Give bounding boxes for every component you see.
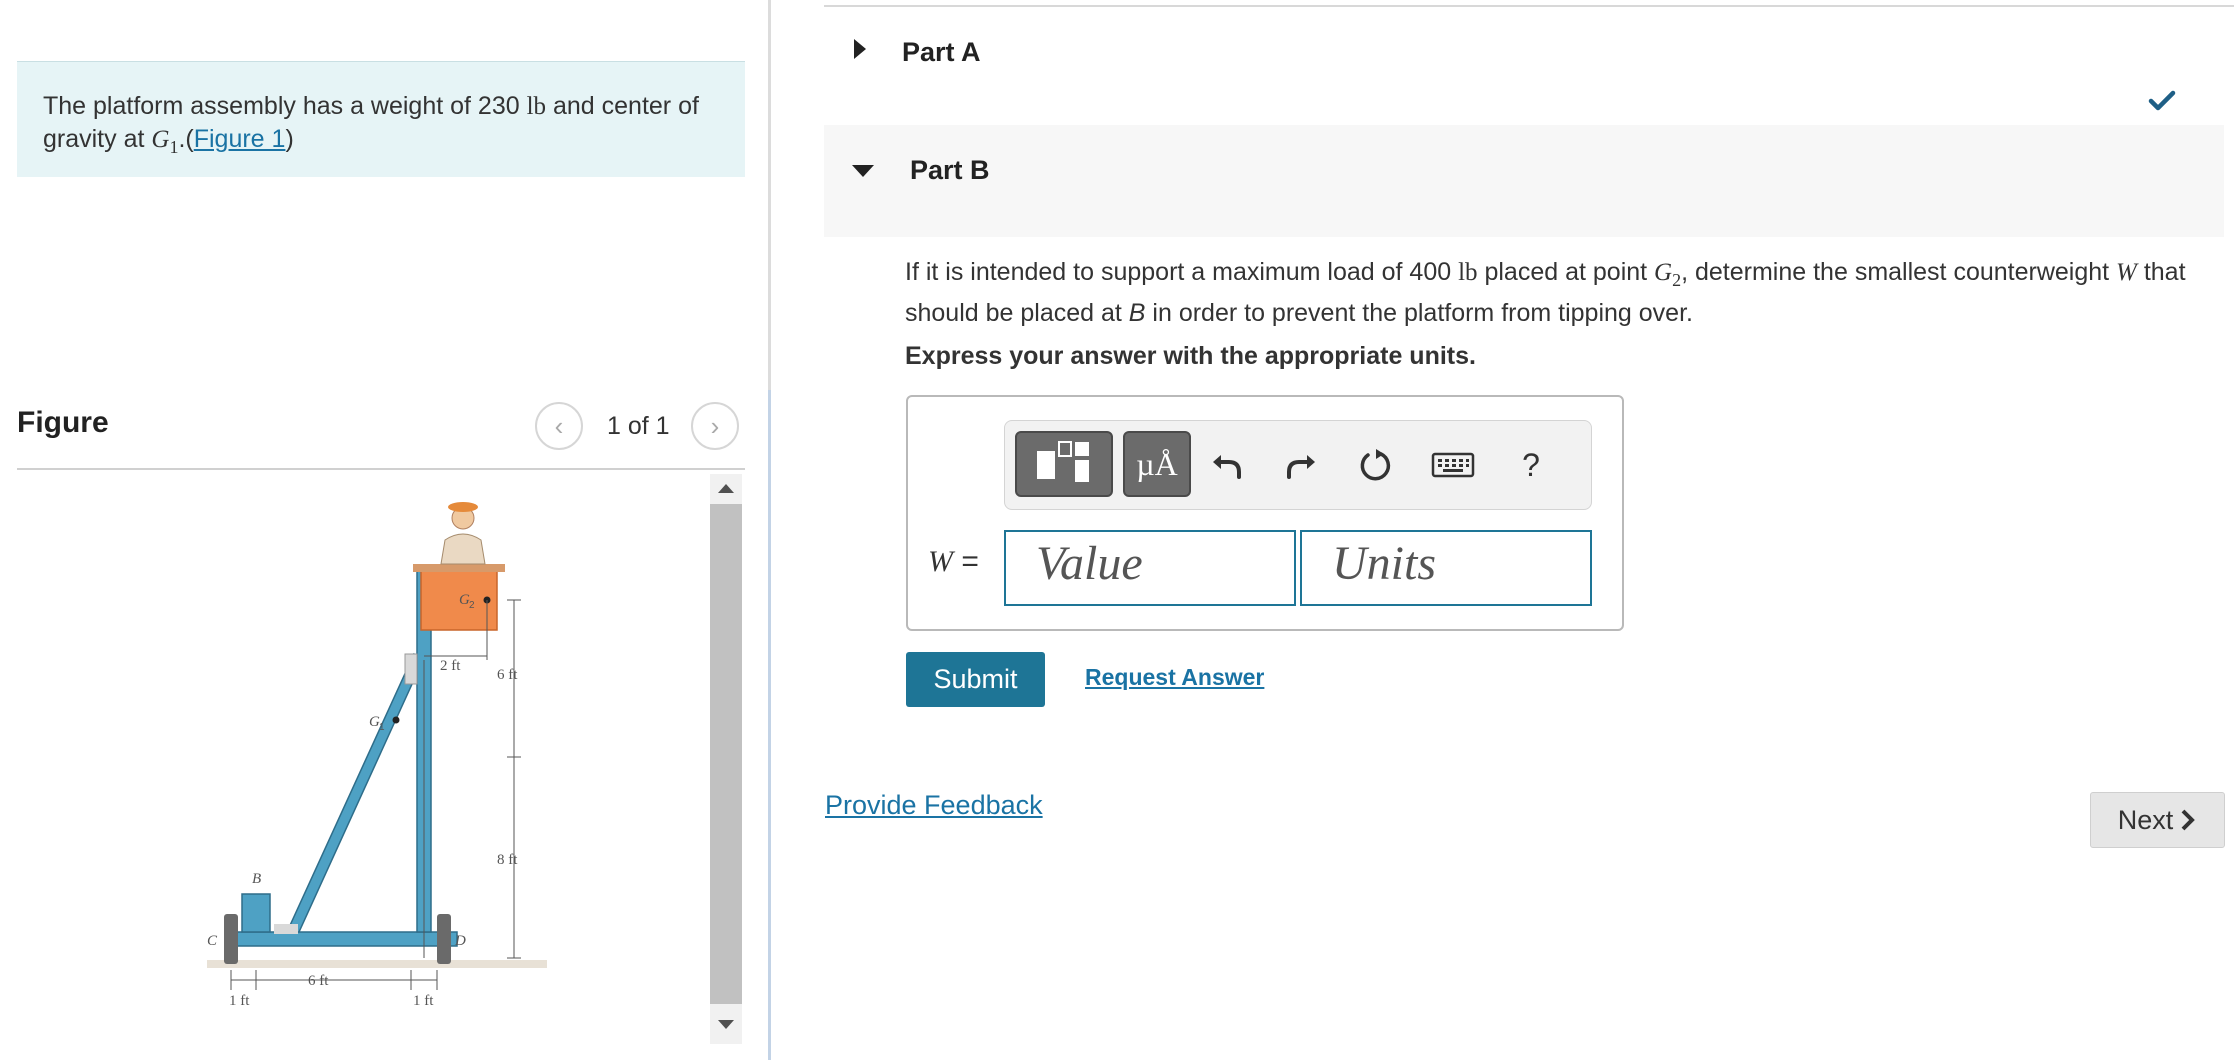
figure-image: G 2 G 1 2 ft 6 ft 8 ft B C D 6 ft 1 ft 1… xyxy=(17,470,707,1050)
g1-sub: 1 xyxy=(379,722,385,733)
question-b-symbol: B xyxy=(1128,299,1146,327)
strut-foot xyxy=(274,924,298,934)
scroll-down-arrow-icon[interactable] xyxy=(718,1020,734,1029)
figure-title: Figure xyxy=(17,406,109,439)
diagonal-strut xyxy=(285,652,424,933)
question-unit-lb: lb xyxy=(1458,259,1478,286)
question-g-subscript: 2 xyxy=(1672,270,1682,290)
units-placeholder: Units xyxy=(1332,537,1437,590)
value-input[interactable]: Value xyxy=(1004,530,1296,606)
reset-icon xyxy=(1360,449,1391,481)
answer-instruction: Express your answer with the appropriate… xyxy=(905,342,1476,370)
answer-variable-label: W = xyxy=(928,545,979,579)
dim-6ft-vertical: 6 ft xyxy=(497,667,518,683)
point-b-label: B xyxy=(252,871,261,887)
answer-equals: = xyxy=(953,545,979,578)
reset-button[interactable] xyxy=(1349,437,1401,493)
part-a-header[interactable]: Part A xyxy=(824,20,2224,90)
part-b-question: If it is intended to support a maximum l… xyxy=(905,256,2225,330)
part-a-label: Part A xyxy=(902,37,981,67)
left-panel: The platform assembly has a weight of 23… xyxy=(0,0,770,1060)
panel-divider-accent xyxy=(768,390,771,1060)
dim-6ft-horizontal: 6 ft xyxy=(308,973,329,989)
figure-page-count: 1 of 1 xyxy=(607,412,670,440)
chevron-left-icon: ‹ xyxy=(554,410,564,441)
request-answer-link[interactable]: Request Answer xyxy=(1085,664,1264,691)
value-placeholder: Value xyxy=(1036,537,1143,590)
g2-sub: 2 xyxy=(469,600,475,611)
units-button-label: µÅ xyxy=(1136,445,1178,482)
question-text-after: in order to prevent the platform from ti… xyxy=(1145,299,1693,327)
part-b-header[interactable]: Part B xyxy=(824,125,2224,237)
column-bracket xyxy=(404,653,418,685)
unit-lb: lb xyxy=(526,93,547,120)
units-button[interactable]: µÅ xyxy=(1123,431,1191,497)
g1-point xyxy=(392,716,400,724)
wheel-left xyxy=(224,914,238,964)
expand-arrow-icon xyxy=(854,39,866,59)
templates-button[interactable] xyxy=(1015,431,1113,497)
scrollbar-thumb[interactable] xyxy=(710,504,742,1004)
paren-close: ) xyxy=(285,125,294,153)
point-d-label: D xyxy=(454,933,466,949)
dim-2ft: 2 ft xyxy=(440,658,461,674)
keyboard-icon xyxy=(1431,452,1475,478)
g-symbol: G xyxy=(151,126,170,153)
submit-button[interactable]: Submit xyxy=(906,652,1045,707)
chevron-right-icon xyxy=(2181,809,2196,831)
figure-link[interactable]: Figure 1 xyxy=(194,125,286,153)
templates-icon xyxy=(1037,441,1089,482)
collapse-arrow-icon xyxy=(852,165,874,177)
undo-icon xyxy=(1213,455,1241,479)
chevron-right-icon: › xyxy=(710,410,720,441)
provide-feedback-link[interactable]: Provide Feedback xyxy=(825,790,1043,821)
worker-body xyxy=(440,533,486,565)
base-beam xyxy=(226,931,458,947)
undo-button[interactable] xyxy=(1201,437,1253,493)
wheel-right xyxy=(437,914,451,964)
figure-scrollbar[interactable] xyxy=(710,474,742,1044)
keyboard-button[interactable] xyxy=(1423,437,1483,493)
question-w-symbol: W xyxy=(2116,259,2137,286)
problem-text: The platform assembly has a weight of 23… xyxy=(43,92,527,120)
question-text: If it is intended to support a maximum l… xyxy=(905,258,1459,286)
point-c-label: C xyxy=(207,933,218,949)
dim-1ft-right: 1 ft xyxy=(413,993,434,1009)
answer-box: µÅ ? W = Value Units xyxy=(906,395,1624,631)
scroll-up-arrow-icon[interactable] xyxy=(718,484,734,493)
part-b-label: Part B xyxy=(910,155,990,185)
redo-icon xyxy=(1287,455,1315,479)
ground xyxy=(207,960,547,968)
dim-1ft-left: 1 ft xyxy=(229,993,250,1009)
help-button[interactable]: ? xyxy=(1505,437,1557,493)
next-button[interactable]: Next xyxy=(2090,792,2225,848)
checkmark-icon xyxy=(2148,90,2176,111)
bucket-rim xyxy=(413,564,505,572)
counterweight-block xyxy=(241,893,271,933)
problem-statement: The platform assembly has a weight of 23… xyxy=(17,61,745,177)
redo-button[interactable] xyxy=(1275,437,1327,493)
math-toolbar: µÅ ? xyxy=(1004,420,1592,510)
question-text-mid: placed at point xyxy=(1477,258,1655,286)
units-input[interactable]: Units xyxy=(1300,530,1592,606)
top-rule xyxy=(824,5,2234,7)
next-figure-button[interactable]: › xyxy=(691,402,739,450)
paren-open: ( xyxy=(185,125,194,153)
dim-8ft: 8 ft xyxy=(497,852,518,868)
answer-variable: W xyxy=(928,545,953,578)
question-g-symbol: G xyxy=(1654,259,1673,286)
figure-header: Figure ‹ 1 of 1 › xyxy=(17,398,745,470)
worker-hat xyxy=(448,502,478,512)
next-button-label: Next xyxy=(2117,804,2174,835)
previous-figure-button[interactable]: ‹ xyxy=(535,402,583,450)
platform-diagram: G 2 G 1 2 ft 6 ft 8 ft B C D 6 ft 1 ft 1… xyxy=(207,502,547,1009)
help-icon: ? xyxy=(1522,446,1540,483)
question-text-mid2: , determine the smallest counterweight xyxy=(1681,258,2117,286)
